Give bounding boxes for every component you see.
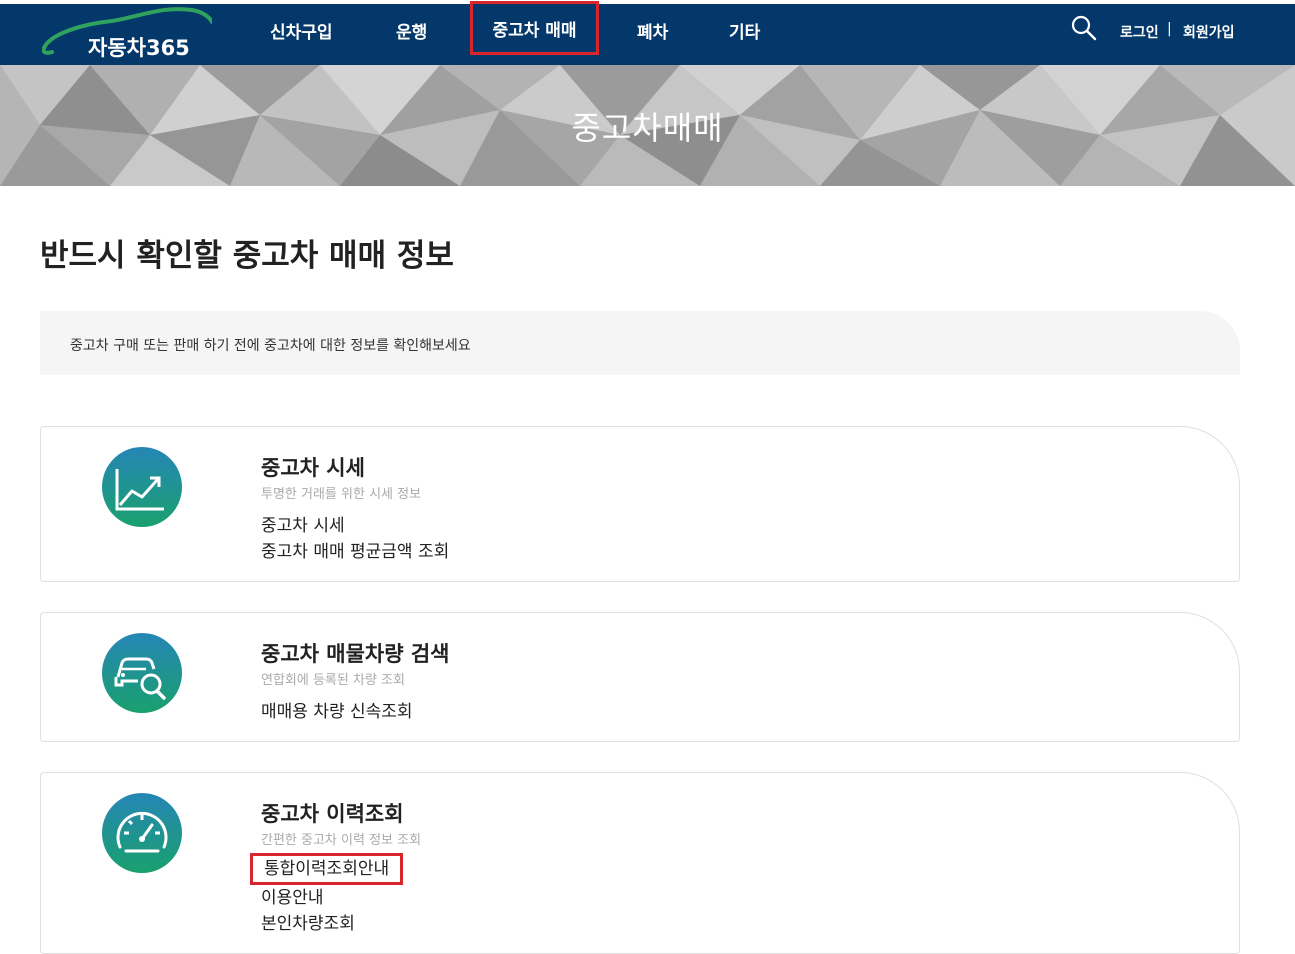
main-navigation: 자동차365 신차구입 운행 중고차 매매 폐차 기타 로그인 | 회원가입 xyxy=(0,1,1295,65)
nav-item-new-car[interactable]: 신차구입 xyxy=(270,18,333,43)
card-title: 중고차 매물차량 검색 xyxy=(261,642,450,666)
link-integrated-history-guide[interactable]: 통합이력조회안내 xyxy=(250,853,404,885)
speedometer-icon xyxy=(102,793,182,873)
card-subtitle: 투명한 거래를 위한 시세 정보 xyxy=(261,487,422,502)
nav-item-used-car-trade[interactable]: 중고차 매매 xyxy=(470,1,599,55)
nav-item-etc[interactable]: 기타 xyxy=(729,18,760,43)
nav-item-driving[interactable]: 운행 xyxy=(396,18,427,43)
link-own-vehicle-lookup[interactable]: 본인차량조회 xyxy=(261,909,355,934)
card-vehicle-history: 중고차 이력조회 간편한 중고차 이력 정보 조회 통합이력조회안내 이용안내 … xyxy=(40,772,1240,954)
car-search-icon xyxy=(102,633,182,713)
link-quick-vehicle-search[interactable]: 매매용 차량 신속조회 xyxy=(261,697,413,722)
nav-item-scrap[interactable]: 폐차 xyxy=(637,18,668,43)
card-used-car-price: 중고차 시세 투명한 거래를 위한 시세 정보 중고차 시세 중고차 매매 평균… xyxy=(40,426,1240,582)
page-banner: 중고차매매 xyxy=(0,65,1295,186)
search-icon[interactable] xyxy=(1070,14,1098,42)
site-logo-text: 자동차365 xyxy=(88,36,190,60)
signup-link[interactable]: 회원가입 xyxy=(1183,22,1235,42)
login-link[interactable]: 로그인 xyxy=(1120,22,1159,42)
info-notice-text: 중고차 구매 또는 판매 하기 전에 중고차에 대한 정보를 확인해보세요 xyxy=(70,338,471,354)
link-average-price-lookup[interactable]: 중고차 매매 평균금액 조회 xyxy=(261,537,449,562)
banner-title: 중고차매매 xyxy=(571,109,724,147)
auth-separator: | xyxy=(1167,21,1172,37)
page-title: 반드시 확인할 중고차 매매 정보 xyxy=(40,238,454,274)
trend-chart-icon xyxy=(102,447,182,527)
card-listing-search: 중고차 매물차량 검색 연합회에 등록된 차량 조회 매매용 차량 신속조회 xyxy=(40,612,1240,742)
card-subtitle: 연합회에 등록된 차량 조회 xyxy=(261,673,405,688)
link-usage-guide[interactable]: 이용안내 xyxy=(261,883,324,908)
info-notice-box: 중고차 구매 또는 판매 하기 전에 중고차에 대한 정보를 확인해보세요 xyxy=(40,311,1240,375)
link-used-car-price[interactable]: 중고차 시세 xyxy=(261,511,345,536)
card-subtitle: 간편한 중고차 이력 정보 조회 xyxy=(261,833,422,848)
card-title: 중고차 이력조회 xyxy=(261,802,404,826)
site-logo[interactable]: 자동차365 xyxy=(42,4,212,65)
card-title: 중고차 시세 xyxy=(261,456,365,480)
